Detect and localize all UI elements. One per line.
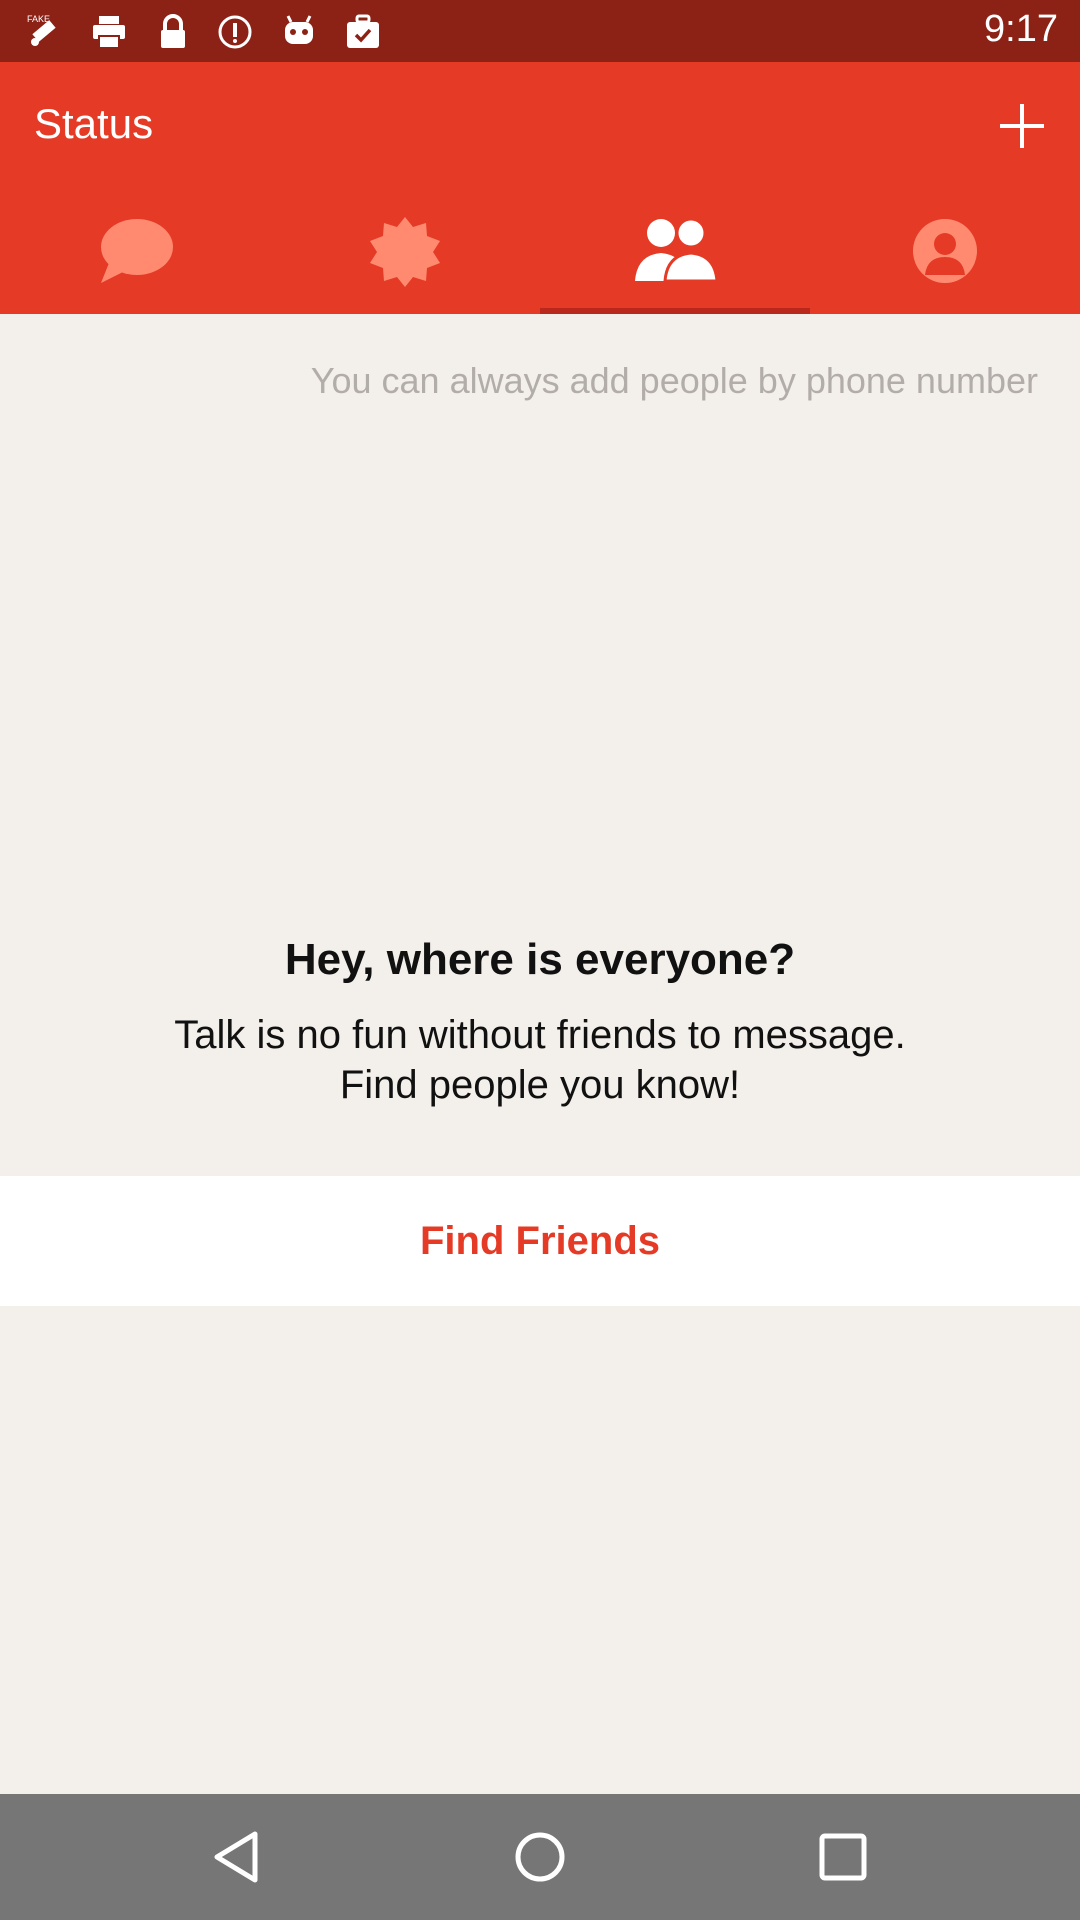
empty-state-line-2: Find people you know! [339,1063,741,1107]
info-icon [218,15,252,49]
page-title: Status [34,100,154,147]
people-icon [635,217,719,283]
chat-bubble-icon [101,219,173,283]
tab-friends[interactable] [540,188,810,314]
printer-icon [93,16,125,49]
tab-chats[interactable] [0,188,270,314]
svg-text:FAKE: FAKE [27,14,50,24]
recents-icon[interactable] [810,1824,876,1890]
lock-icon [161,14,185,48]
home-icon[interactable] [507,1824,573,1890]
empty-state-message: Talk is no fun without friends to messag… [0,1010,1080,1110]
tab-badges[interactable] [270,188,540,314]
briefcase-check-icon [347,14,379,48]
empty-state-title: Hey, where is everyone? [284,935,796,984]
plus-icon[interactable] [994,98,1050,154]
android-icon [285,15,313,44]
clock: 9:17 [984,8,1058,50]
person-icon [913,219,977,283]
tab-profile[interactable] [810,188,1080,314]
back-icon[interactable] [205,1824,271,1890]
badge-icon [370,217,440,287]
status-bar: FAKE 9:17 [0,0,1080,62]
add-by-phone-hint: You can always add people by phone numbe… [310,360,1038,401]
find-friends-panel: Find Friends [0,1176,1080,1306]
app-bar: Status [0,62,1080,188]
tab-bar [0,188,1080,314]
fake-gps-icon: FAKE [27,14,56,46]
empty-state-line-1: Talk is no fun without friends to messag… [174,1013,906,1057]
navigation-bar [0,1794,1080,1920]
find-friends-button[interactable]: Find Friends [420,1219,660,1264]
